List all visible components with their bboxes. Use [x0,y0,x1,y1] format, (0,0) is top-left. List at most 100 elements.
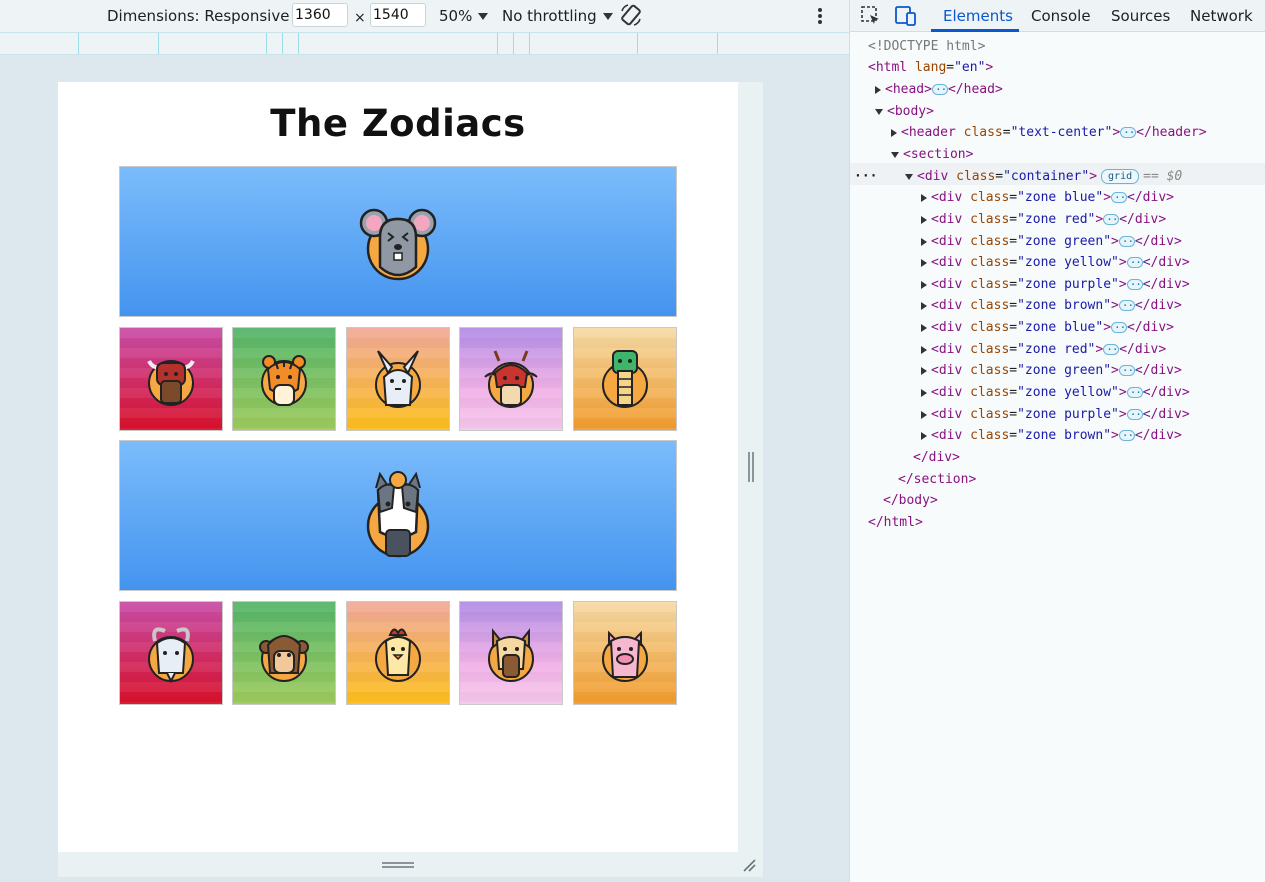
device-toggle-icon[interactable] [894,5,918,27]
ellipsis-icon [1103,339,1123,360]
collapse-icon [891,151,899,158]
zone-red-ox [119,327,223,431]
zone-blue-horse [119,440,677,591]
head-node[interactable]: <head></head> [875,79,1003,100]
html-node[interactable]: <html lang="en"> [868,57,993,78]
zone-node[interactable]: <div class="zone green"></div> [921,360,1182,381]
zone-node[interactable]: <div class="zone purple"></div> [921,274,1190,295]
viewport-resize-handle-right[interactable] [738,82,763,877]
expand-icon [891,128,897,137]
expand-icon [875,85,881,94]
section-node[interactable]: <section> [891,144,973,165]
height-input[interactable]: 1540 [370,3,426,27]
ellipsis-icon [1118,295,1139,316]
ellipsis-icon [1118,231,1139,252]
body-close-node[interactable]: </body> [883,490,938,511]
horse-icon [366,470,430,557]
expand-icon [921,323,927,332]
ellipsis-icon [1120,122,1140,143]
throttling-dropdown[interactable]: No throttling [502,4,613,28]
container-close-node[interactable]: </div> [913,447,960,468]
ellipsis-icon [1103,209,1123,230]
times-separator: × [354,10,366,26]
tab-sources[interactable]: Sources [1111,7,1170,25]
expand-icon [921,237,927,246]
zone-node[interactable]: <div class="zone red"></div> [921,209,1166,230]
ellipsis-icon [1111,317,1131,338]
zone-node[interactable]: <div class="zone yellow"></div> [921,382,1190,403]
goat-icon [148,627,194,684]
expand-icon [921,280,927,289]
zone-node[interactable]: <div class="zone brown"></div> [921,425,1182,446]
zone-green-tiger [232,327,336,431]
expand-icon [921,388,927,397]
devtools-tabbar: Elements Console Sources Network [850,0,1265,32]
html-close-node[interactable]: </html> [868,512,923,533]
zone-node[interactable]: <div class="zone brown"></div> [921,295,1182,316]
expand-icon [921,215,927,224]
zone-red-goat [119,601,223,705]
page-viewport: The Zodiacs [58,82,738,852]
node-actions-icon[interactable]: ··· [854,166,877,187]
section-close-node[interactable]: </section> [898,469,976,490]
zone-purple-dragon [459,327,563,431]
rotate-icon [621,4,641,26]
tab-network[interactable]: Network [1190,7,1253,25]
expand-icon [921,258,927,267]
zone-node[interactable]: <div class="zone purple"></div> [921,404,1190,425]
zone-node[interactable]: <div class="zone green"></div> [921,231,1182,252]
rabbit-icon [375,350,421,408]
collapse-icon [905,173,913,180]
tab-elements[interactable]: Elements [943,7,1013,25]
grid-badge[interactable]: grid [1101,169,1140,184]
selected-marker: == $0 [1143,169,1183,184]
ellipsis-icon [1126,274,1147,295]
ellipsis-icon [1111,187,1131,208]
dimensions-dropdown[interactable]: Dimensions: Responsive [107,4,306,28]
rotate-button[interactable] [620,3,642,27]
zoom-dropdown[interactable]: 50% [439,4,489,28]
zoom-label: 50% [439,7,473,25]
expand-icon [921,366,927,375]
more-options-button[interactable] [812,4,828,28]
snake-icon [602,350,648,408]
zone-brown-pig [573,601,677,705]
dog-icon [488,628,534,682]
expand-icon [921,410,927,419]
rat-icon [359,208,437,280]
body-node[interactable]: <body> [875,101,934,122]
zone-node[interactable]: <div class="zone blue"></div> [921,187,1174,208]
ellipsis-icon [1126,382,1147,403]
devtools-panel: Elements Console Sources Network <!DOCTY… [849,0,1265,882]
monkey-icon [259,635,309,682]
media-query-ruler[interactable] [0,32,849,55]
chevron-down-icon [478,12,489,20]
expand-icon [921,431,927,440]
rooster-icon [375,628,421,682]
resize-corner-icon[interactable] [742,858,756,872]
collapse-icon [875,108,883,115]
more-vertical-icon [818,8,822,24]
throttling-label: No throttling [502,7,597,25]
ellipsis-icon [1118,360,1139,381]
ox-icon [147,360,195,406]
inspect-element-icon[interactable] [860,5,882,27]
zone-purple-dog [459,601,563,705]
zone-node[interactable]: <div class="zone yellow"></div> [921,252,1190,273]
page-title: The Zodiacs [270,102,526,145]
zone-green-monkey [232,601,336,705]
header-node[interactable]: <header class="text-center"></header> [891,122,1207,143]
zone-node[interactable]: <div class="zone red"></div> [921,339,1166,360]
container-node[interactable]: <div class="container"> grid == $0 [905,166,1182,187]
ellipsis-icon [931,79,952,100]
doctype-node: <!DOCTYPE html> [868,39,986,54]
device-toolbar: Dimensions: Responsive 1360 × 1540 50% N… [0,0,849,32]
viewport-resize-handle-bottom[interactable] [58,852,763,877]
tab-console[interactable]: Console [1031,7,1091,25]
zone-node[interactable]: <div class="zone blue"></div> [921,317,1174,338]
tiger-icon [261,355,307,406]
dragon-icon [484,350,538,408]
zone-yellow-rabbit [346,327,450,431]
expand-icon [921,301,927,310]
width-input[interactable]: 1360 [292,3,348,27]
